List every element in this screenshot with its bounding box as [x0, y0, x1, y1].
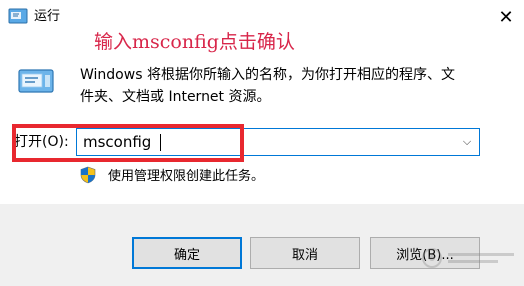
- watermark-logo: [422, 248, 514, 268]
- chevron-down-icon[interactable]: ⌵: [459, 132, 475, 152]
- close-icon: ✕: [498, 6, 514, 28]
- window-title: 运行: [34, 9, 61, 24]
- description: Windows 将根据你所输入的名称，为你打开相应的程序、文 件夹、文档或 In…: [80, 64, 500, 108]
- admin-privileges-text: 使用管理权限创建此任务。: [108, 169, 265, 184]
- cancel-button[interactable]: 取消: [250, 237, 360, 269]
- ok-button[interactable]: 确定: [132, 237, 242, 269]
- description-line-2: 件夹、文档或 Internet 资源。: [80, 89, 271, 105]
- run-icon: [8, 8, 28, 24]
- title-bar: 运行 ✕: [0, 0, 524, 34]
- highlight-box: [12, 124, 244, 162]
- description-line-1: Windows 将根据你所输入的名称，为你打开相应的程序、文: [80, 67, 455, 83]
- run-icon: [18, 69, 54, 93]
- shield-icon: [80, 166, 96, 184]
- close-button[interactable]: ✕: [488, 0, 524, 34]
- annotation-text: 输入msconfig点击确认: [94, 31, 295, 53]
